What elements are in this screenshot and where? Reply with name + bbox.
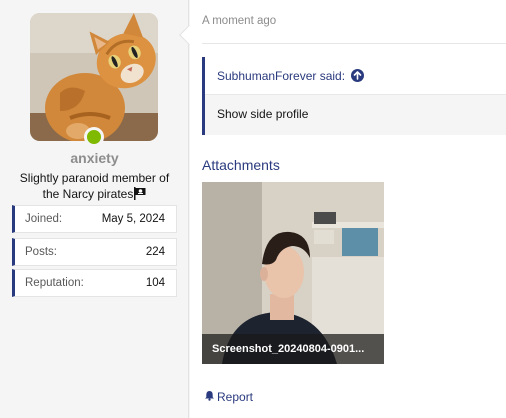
avatar-container[interactable] [30, 13, 158, 147]
username[interactable]: anxiety [0, 150, 189, 166]
stat-value: 224 [145, 246, 165, 258]
arrow-up-circle-icon[interactable] [351, 69, 365, 82]
stat-posts: Posts: 224 [12, 238, 177, 266]
attachment-filename: Screenshot_20240804-0901... [202, 334, 384, 364]
stat-value: May 5, 2024 [101, 213, 165, 225]
cat-avatar-image [30, 13, 158, 141]
report-label[interactable]: Report [217, 390, 253, 404]
stat-label: Posts: [25, 246, 57, 258]
pirate-flag-icon [133, 187, 146, 204]
stat-label: Reputation: [25, 277, 84, 289]
report-link[interactable]: Report [204, 390, 253, 404]
bell-icon [204, 390, 215, 404]
user-title: Slightly paranoid member of the Narcy pi… [10, 170, 179, 204]
quote-header[interactable]: SubhumanForever said: [205, 57, 506, 95]
attachment-thumbnail[interactable]: Screenshot_20240804-0901... [202, 182, 384, 364]
message-column: A moment ago SubhumanForever said: Show … [179, 0, 506, 418]
quote-text: Show side profile [217, 107, 309, 121]
quote-author[interactable]: SubhumanForever said: [217, 69, 345, 83]
avatar[interactable] [30, 13, 158, 141]
stat-label: Joined: [25, 213, 63, 225]
stat-reputation: Reputation: 104 [12, 269, 177, 297]
stat-value: 104 [145, 277, 165, 289]
stat-joined: Joined: May 5, 2024 [12, 205, 177, 233]
user-title-text: Slightly paranoid member of the Narcy pi… [19, 171, 170, 201]
message-timestamp[interactable]: A moment ago [202, 15, 276, 27]
user-info-column: anxiety Slightly paranoid member of the … [0, 0, 189, 418]
quote-block: SubhumanForever said: Show side profile [202, 57, 506, 135]
attachments-heading: Attachments [202, 157, 280, 173]
online-status-indicator [84, 127, 104, 147]
divider [202, 43, 506, 44]
